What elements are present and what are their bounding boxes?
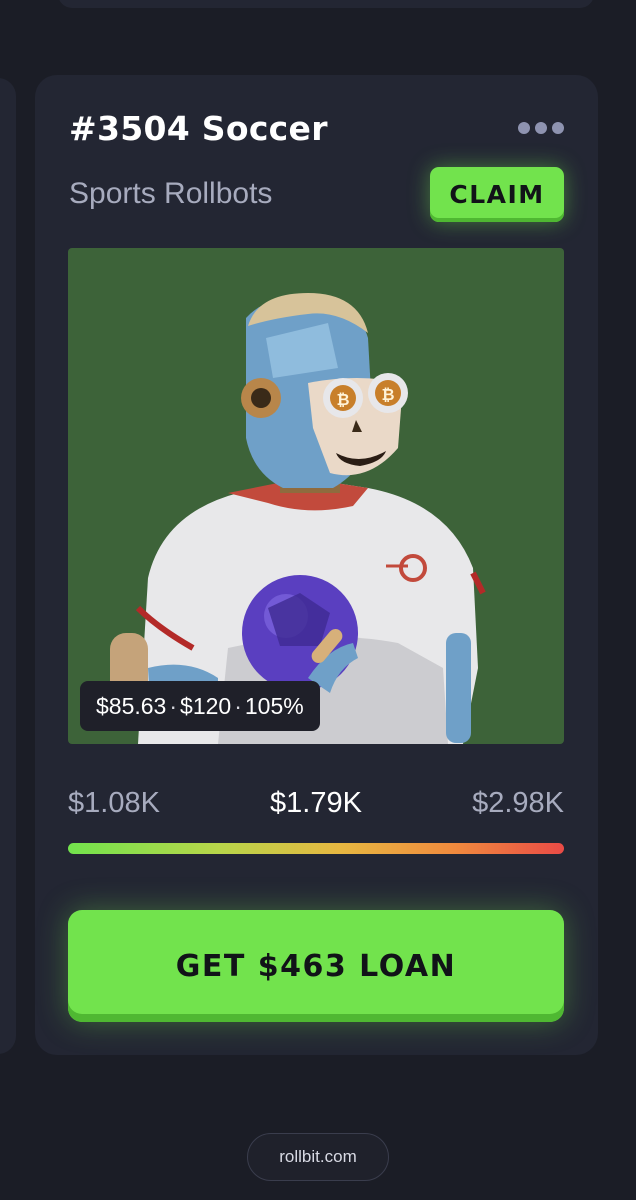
more-options-icon[interactable] [518,121,564,135]
site-link[interactable]: rollbit.com [247,1133,389,1181]
rollbot-illustration: ₿ ₿ [110,293,486,744]
nft-card: #3504 Soccer Sports Rollbots CLAIM ₿ ₿ $… [35,75,598,1055]
previous-card-edge [58,0,594,8]
side-card-edge [0,78,16,1054]
svg-text:₿: ₿ [336,390,349,409]
svg-text:₿: ₿ [381,385,394,404]
price-chip: $85.63 · $120 · 105% [80,681,320,731]
nft-image[interactable]: ₿ ₿ $85.63 · $120 · 105% [68,248,564,744]
range-low: $1.08K [68,787,160,819]
price-percent: 105% [244,692,304,719]
value-gradient-bar [68,843,564,854]
floor-price: $85.63 [96,692,167,719]
value-range: $1.08K $1.79K $2.98K [68,787,564,827]
get-loan-button[interactable]: GET $463 LOAN [68,910,564,1022]
collection-name: Sports Rollbots [69,177,273,210]
range-mid: $1.79K [270,787,362,819]
range-high: $2.98K [472,787,564,819]
nft-title: #3504 Soccer [69,109,328,148]
claim-button[interactable]: CLAIM [430,167,564,222]
list-price: $120 [180,692,232,719]
